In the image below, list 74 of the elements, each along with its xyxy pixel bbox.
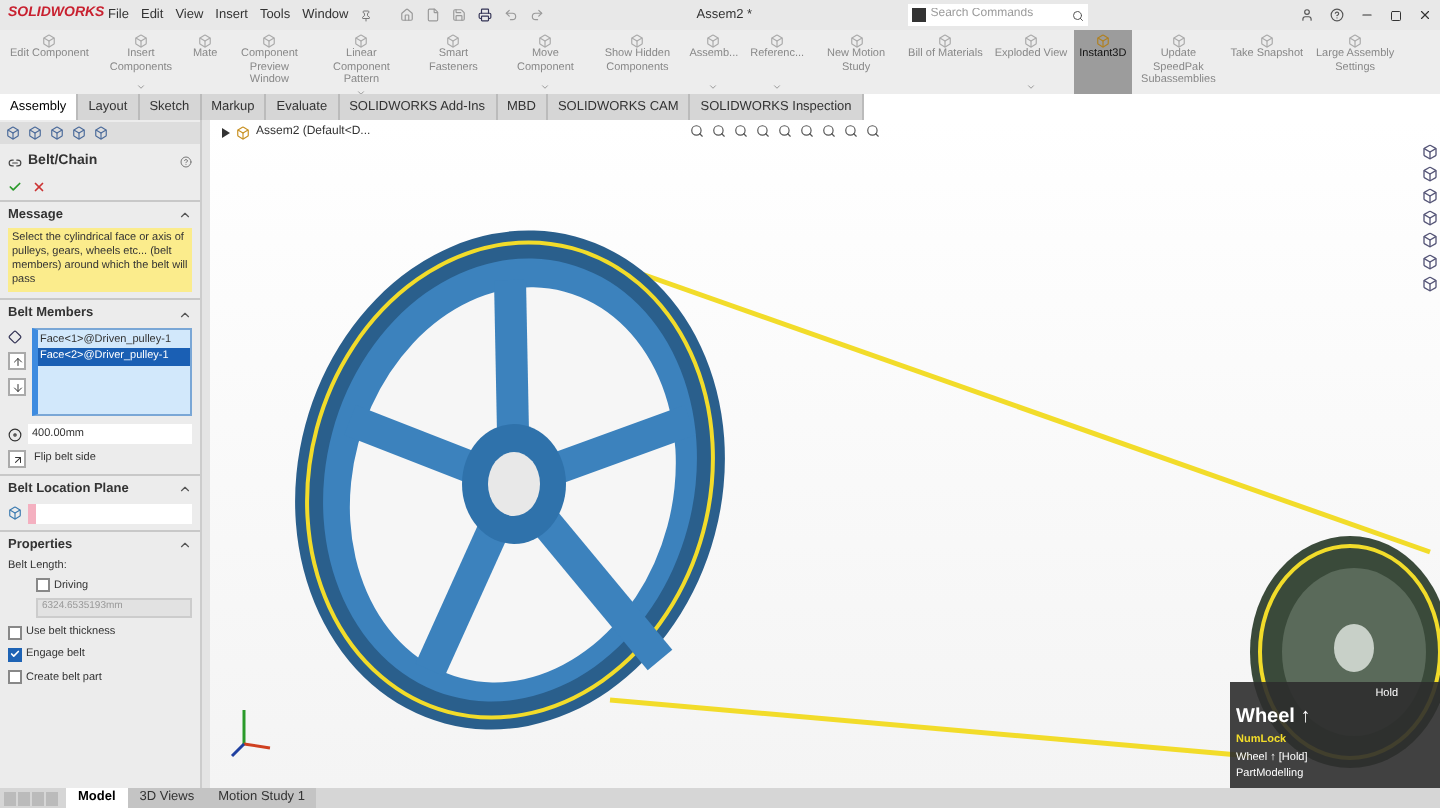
cube-icon — [1095, 34, 1110, 48]
view-tool-icon[interactable] — [866, 124, 880, 138]
cancel-icon[interactable] — [32, 179, 46, 193]
task-pane-icon[interactable] — [1422, 144, 1438, 160]
panel-tab-icon[interactable] — [72, 126, 86, 140]
minimize-icon[interactable] — [1360, 8, 1374, 22]
view-tool-icon[interactable] — [822, 124, 836, 138]
cube-icon — [1171, 34, 1186, 48]
cube-icon — [133, 34, 148, 48]
task-pane-icon[interactable] — [1422, 276, 1438, 292]
cube-icon — [849, 34, 864, 48]
redo-icon[interactable] — [530, 8, 545, 22]
panel-tab-icon[interactable] — [50, 126, 64, 140]
arrow-icon — [11, 453, 23, 465]
pin-icon[interactable] — [360, 9, 373, 21]
save-icon[interactable] — [452, 8, 467, 22]
assembly-icon — [236, 126, 250, 140]
view-tool-icon[interactable] — [800, 124, 814, 138]
task-pane-icon[interactable] — [1422, 232, 1438, 248]
cube-icon — [706, 34, 721, 48]
cube-icon — [938, 34, 953, 48]
cube-icon — [446, 34, 461, 48]
move-up-button[interactable] — [8, 352, 26, 370]
view-tool-icon[interactable] — [756, 124, 770, 138]
confirm-icon[interactable] — [8, 179, 22, 193]
cube-icon — [42, 34, 57, 48]
task-pane-icon[interactable] — [1422, 210, 1438, 226]
task-pane-icon[interactable] — [1422, 254, 1438, 270]
axis-triad-drawing — [230, 710, 271, 758]
view-tool-icon[interactable] — [778, 124, 792, 138]
print-icon[interactable] — [478, 8, 493, 22]
panel-tab-icon[interactable] — [28, 126, 42, 140]
cube-icon — [630, 34, 645, 48]
link-icon — [8, 155, 22, 170]
checkbox[interactable] — [8, 670, 22, 685]
cube-icon — [1348, 34, 1363, 48]
view-tool-icon[interactable] — [712, 124, 726, 138]
task-pane-icon[interactable] — [1422, 188, 1438, 204]
expand-icon[interactable] — [222, 128, 230, 138]
collapse-icon[interactable] — [178, 307, 192, 322]
cube-icon — [770, 34, 785, 48]
checkbox[interactable] — [36, 578, 50, 593]
undo-icon[interactable] — [504, 8, 519, 22]
help-icon[interactable] — [1330, 8, 1344, 22]
diamond-icon[interactable] — [8, 330, 26, 344]
plane-field[interactable] — [28, 503, 192, 524]
cube-icon — [1259, 34, 1274, 48]
view-tool-icon[interactable] — [734, 124, 748, 138]
user-icon[interactable] — [1300, 8, 1314, 22]
collapse-icon[interactable] — [178, 482, 192, 497]
restore-icon[interactable] — [1390, 9, 1402, 21]
checkbox[interactable] — [8, 647, 22, 662]
collapse-icon[interactable] — [178, 538, 192, 553]
move-down-button[interactable] — [8, 378, 26, 396]
collapse-icon[interactable] — [178, 207, 192, 222]
help-icon[interactable] — [180, 156, 192, 169]
cube-icon — [262, 34, 277, 48]
panel-tab-icon[interactable] — [6, 126, 20, 140]
plane-icon — [8, 506, 22, 521]
diameter-icon — [8, 427, 22, 441]
cube-icon — [1023, 34, 1038, 48]
cube-icon — [538, 34, 553, 48]
new-file-icon[interactable] — [426, 8, 441, 22]
flip-button[interactable] — [8, 450, 26, 468]
cube-icon — [198, 34, 213, 48]
search-icon[interactable] — [1072, 9, 1085, 21]
cube-icon — [354, 34, 369, 48]
task-pane-icon[interactable] — [1422, 166, 1438, 182]
tooltip-title: Wheel ↑ — [1236, 704, 1313, 733]
close-icon[interactable] — [1418, 8, 1432, 22]
view-tool-icon[interactable] — [690, 124, 704, 138]
view-tool-icon[interactable] — [844, 124, 858, 138]
checkbox[interactable] — [8, 625, 22, 640]
panel-tab-icon[interactable] — [94, 126, 108, 140]
